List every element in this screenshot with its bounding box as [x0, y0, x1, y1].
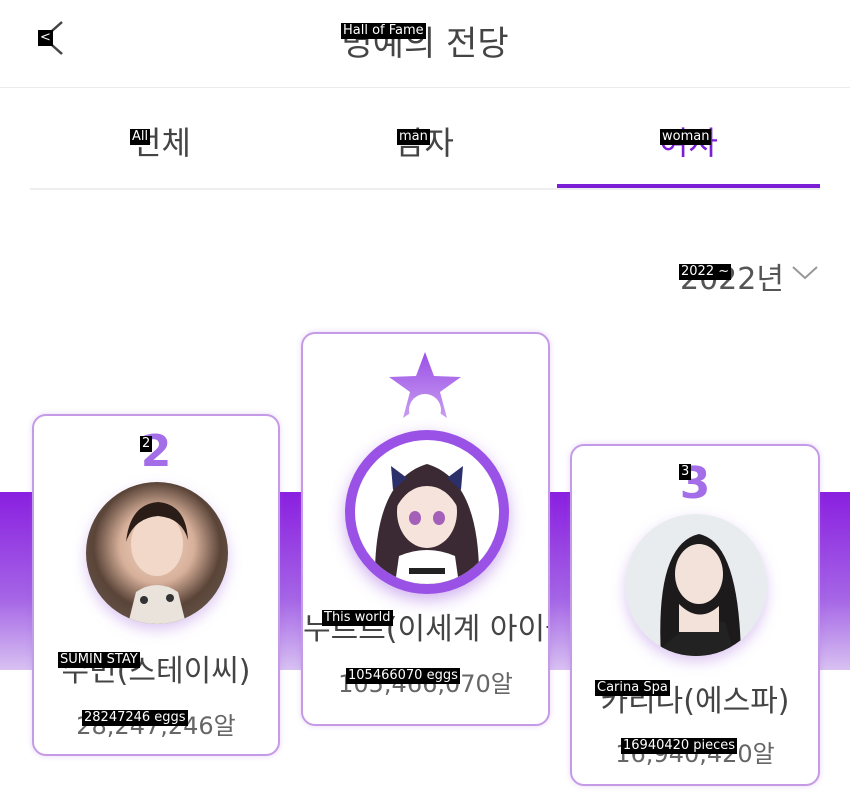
egg-count: 16940420 pieces [621, 738, 738, 754]
avatar [345, 430, 509, 594]
rank-number: 3 [679, 458, 711, 509]
tab-all[interactable]: 전체 All [30, 98, 293, 188]
tab-man[interactable]: 남자 man [293, 98, 556, 188]
egg-count: 105466070 eggs [346, 668, 460, 684]
rank-label: 2 [140, 436, 153, 452]
tab-woman[interactable]: 여자 woman [557, 98, 820, 188]
portrait-icon [655, 534, 741, 656]
crown-star-icon [389, 352, 461, 426]
active-tab-indicator [557, 184, 820, 188]
ranking-card-1[interactable]: 누르르(이세계 아이돌) This world 105,466,070알 105… [301, 332, 550, 726]
header-bar: < 명예의 전당 Hall of Fame [0, 0, 850, 88]
member-name: Carina Spa [595, 680, 670, 696]
tab-woman-label: woman [660, 129, 712, 145]
portrait-icon [126, 502, 188, 624]
avatar [625, 514, 767, 656]
back-label: < [38, 30, 53, 46]
chevron-down-icon [792, 266, 818, 280]
rank-label: 3 [679, 464, 692, 480]
page-title: Hall of Fame [341, 23, 426, 39]
tab-man-label: man [397, 129, 430, 145]
member-name: SUMIN STAY [58, 652, 140, 668]
gender-tabs: 전체 All 남자 man 여자 woman [30, 98, 820, 190]
year-select[interactable]: 2022년 2022 ~ [670, 250, 830, 297]
ranking-card-3[interactable]: 3 3 카리나(에스파) Carina Spa 16,940,420알 1694… [570, 444, 820, 786]
ranking-card-2[interactable]: 2 2 수민(스테이씨) SUMIN STAY 28,247,246알 2824… [32, 414, 280, 756]
member-name: This world [322, 610, 393, 626]
tab-all-korean: 전체 [132, 124, 191, 162]
year-label: 2022 ~ [679, 264, 732, 280]
egg-count: 28247246 eggs [82, 710, 188, 726]
tab-all-label: All [130, 129, 151, 145]
portrait-icon [374, 464, 480, 584]
avatar [86, 482, 228, 624]
rank-number: 2 [140, 426, 172, 477]
